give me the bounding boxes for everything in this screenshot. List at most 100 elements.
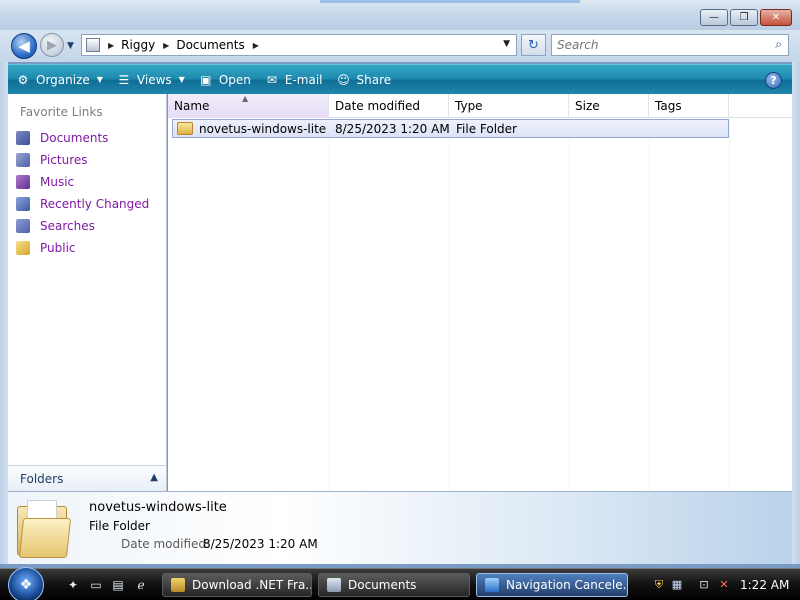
public-folder-icon [16, 241, 30, 255]
chevron-down-icon: ▼ [96, 75, 103, 84]
forward-arrow-icon: ▶ [47, 37, 57, 53]
details-date-value: 8/25/2023 1:20 AM [203, 537, 318, 551]
installer-icon [171, 578, 185, 592]
column-header-tags[interactable]: Tags [649, 94, 729, 118]
search-icon[interactable]: ⌕ [775, 37, 782, 52]
refresh-button[interactable]: ↻ [521, 34, 546, 56]
show-desktop-icon[interactable]: ▭ [88, 577, 104, 593]
close-button[interactable]: ✕ [760, 9, 792, 26]
windows-update-icon[interactable]: ▦ [669, 577, 685, 593]
breadcrumb-separator-icon[interactable]: ▶ [253, 41, 259, 50]
breadcrumb-separator-icon[interactable]: ▶ [108, 41, 114, 50]
fav-link-label: Recently Changed [40, 197, 150, 211]
maximize-icon: ❐ [730, 9, 758, 26]
forward-button[interactable]: ▶ [40, 33, 64, 57]
fav-link-label: Music [40, 175, 75, 189]
file-row[interactable]: novetus-windows-lite 8/25/2023 1:20 AM F… [172, 119, 729, 138]
column-header-row: ▲ Name Date modified Type Size Tags [168, 94, 792, 118]
file-date-cell: 8/25/2023 1:20 AM [335, 121, 450, 136]
searches-icon [16, 219, 30, 233]
close-icon: ✕ [760, 9, 792, 26]
column-header-type[interactable]: Type [449, 94, 569, 118]
email-icon: ✉ [266, 72, 277, 87]
column-divider [729, 118, 730, 491]
back-arrow-icon: ◀ [18, 37, 30, 55]
network-icon[interactable]: ⊡ [696, 577, 712, 593]
favorite-links-list: Documents Pictures Music Recently Change… [16, 127, 166, 259]
open-button[interactable]: ▣ Open [191, 65, 257, 94]
documents-icon [16, 131, 30, 145]
maximize-button[interactable]: ❐ [730, 9, 758, 26]
share-button[interactable]: ☺ Share [329, 65, 398, 94]
organize-icon: ⚙ [17, 72, 29, 87]
task-label: Navigation Cancele... [506, 578, 628, 592]
organize-button[interactable]: ⚙ Organize ▼ [8, 65, 109, 94]
column-header-name[interactable]: ▲ Name [168, 94, 329, 118]
chevron-up-icon: ▲ [150, 472, 158, 483]
explorer-icon [327, 578, 341, 592]
views-icon: ☰ [118, 72, 130, 87]
breadcrumb-separator-icon[interactable]: ▶ [163, 41, 169, 50]
address-dropdown-icon[interactable]: ▼ [503, 39, 510, 49]
breadcrumb-documents[interactable]: Documents [176, 38, 244, 52]
navigation-pane: Favorite Links Documents Pictures Music … [8, 94, 167, 491]
open-label: Open [218, 72, 251, 87]
details-date-label: Date modified: [121, 537, 211, 551]
pictures-icon [16, 153, 30, 167]
fav-link-pictures[interactable]: Pictures [16, 149, 166, 171]
internet-explorer-icon [485, 578, 499, 592]
minimize-button[interactable]: — [700, 9, 728, 26]
folders-toggle[interactable]: Folders ▲ [8, 465, 166, 491]
taskbar-button-download[interactable]: Download .NET Fra... [162, 573, 312, 597]
email-button[interactable]: ✉ E-mail [257, 65, 329, 94]
help-button[interactable]: ? [765, 72, 782, 89]
fav-link-label: Public [40, 241, 76, 255]
details-type: File Folder [89, 519, 150, 533]
search-input[interactable] [552, 35, 762, 55]
taskbar-button-navigation-canceled[interactable]: Navigation Cancele... [476, 573, 628, 597]
fav-link-searches[interactable]: Searches [16, 215, 166, 237]
views-label: Views [136, 72, 172, 87]
address-row: ◀ ▶ ▼ ▶ Riggy ▶ Documents ▶ ▼ ↻ ⌕ [0, 30, 800, 62]
internet-explorer-icon[interactable]: ℯ [133, 577, 149, 593]
fav-link-documents[interactable]: Documents [16, 127, 166, 149]
window-frame-right [792, 62, 800, 564]
sort-ascending-icon: ▲ [242, 94, 249, 103]
quicklaunch-icon[interactable]: ✦ [65, 577, 81, 593]
column-divider [649, 118, 650, 491]
fav-link-public[interactable]: Public [16, 237, 166, 259]
column-label: Date modified [335, 99, 421, 113]
folder-icon [177, 122, 193, 135]
recent-pages-dropdown[interactable]: ▼ [67, 41, 74, 51]
share-icon: ☺ [337, 72, 350, 87]
folder-large-icon [17, 498, 72, 558]
task-label: Documents [348, 578, 417, 592]
column-header-size[interactable]: Size [569, 94, 649, 118]
title-glow [320, 0, 580, 3]
address-bar[interactable]: ▶ Riggy ▶ Documents ▶ ▼ [81, 34, 517, 56]
taskbar: ❖ ✦ ▭ ▤ ℯ Download .NET Fra... Documents… [0, 567, 800, 600]
switch-windows-icon[interactable]: ▤ [110, 577, 126, 593]
start-button[interactable]: ❖ [8, 567, 44, 600]
column-header-date[interactable]: Date modified [329, 94, 449, 118]
window-frame-left [0, 62, 8, 564]
column-label: Size [575, 99, 600, 113]
views-button[interactable]: ☰ Views ▼ [109, 65, 191, 94]
volume-muted-icon[interactable]: ✕ [716, 577, 732, 593]
back-button[interactable]: ◀ [11, 33, 37, 59]
fav-link-music[interactable]: Music [16, 171, 166, 193]
search-box[interactable]: ⌕ [551, 34, 789, 56]
task-label: Download .NET Fra... [192, 578, 312, 592]
breadcrumb-riggy[interactable]: Riggy [121, 38, 155, 52]
help-icon: ? [770, 74, 777, 87]
file-list: ▲ Name Date modified Type Size Tags nove… [168, 94, 792, 491]
clock[interactable]: 1:22 AM [740, 578, 789, 592]
security-shield-icon[interactable]: ⛨ [651, 577, 667, 593]
folder-front-shape [18, 518, 72, 558]
fav-link-recently-changed[interactable]: Recently Changed [16, 193, 166, 215]
taskbar-button-documents[interactable]: Documents [318, 573, 470, 597]
organize-label: Organize [36, 72, 90, 87]
column-label: Tags [655, 99, 682, 113]
chevron-down-icon: ▼ [178, 75, 185, 84]
favorite-links-title: Favorite Links [20, 105, 103, 119]
